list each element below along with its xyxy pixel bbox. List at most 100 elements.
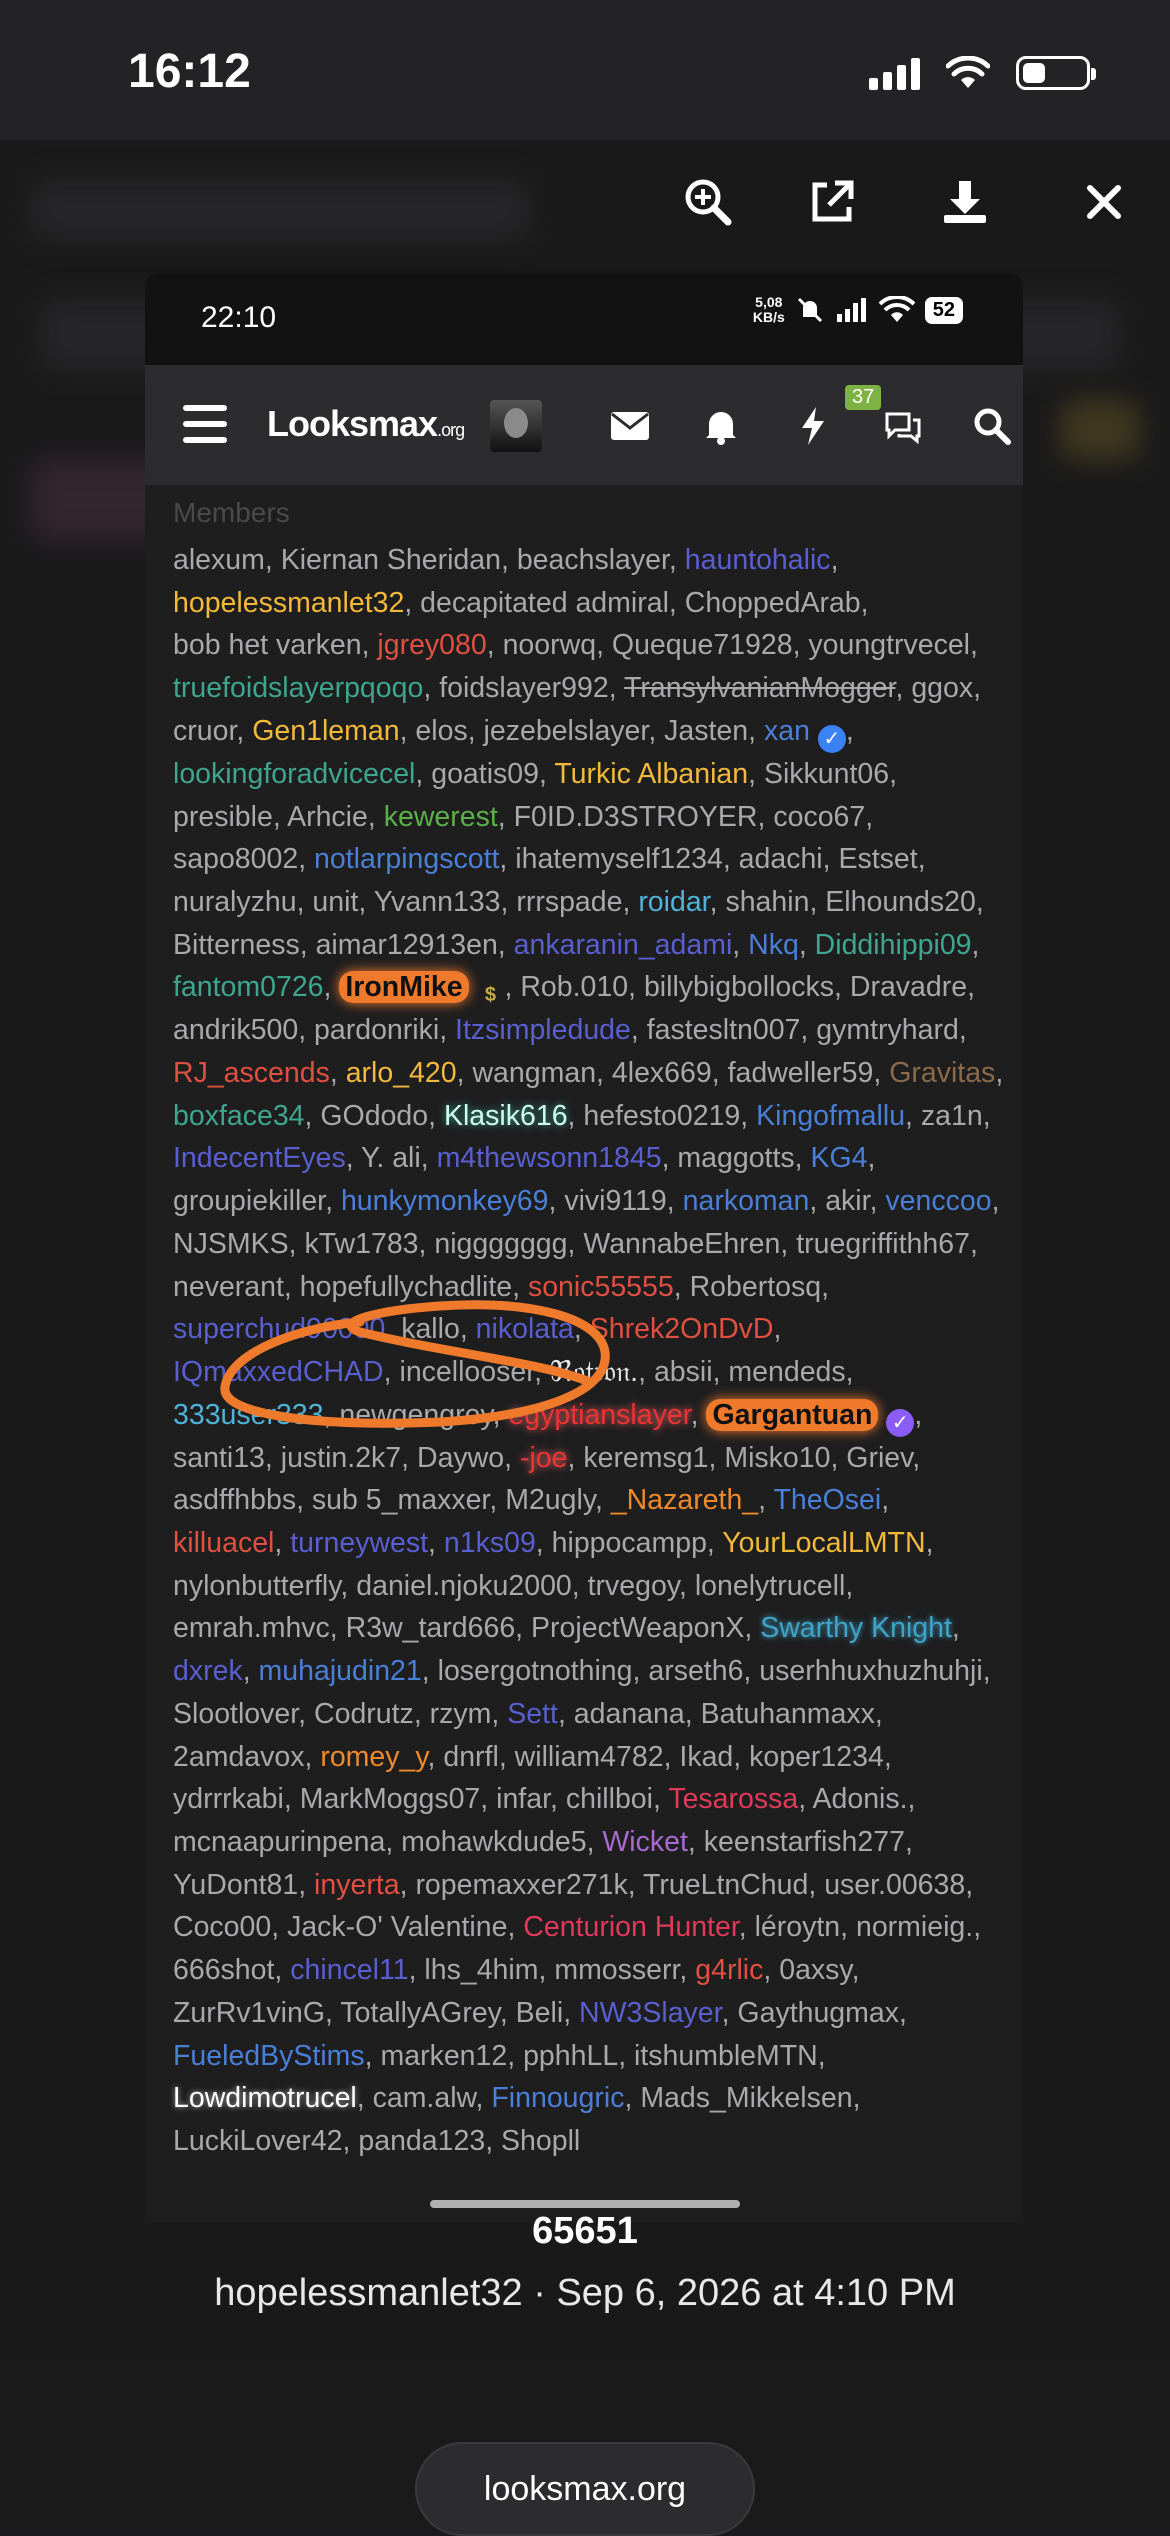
member-link[interactable]: Coco00 — [173, 1911, 271, 1943]
member-link[interactable]: dxrek — [173, 1655, 243, 1687]
member-link[interactable]: adachi — [739, 843, 823, 875]
member-link[interactable]: Codrutz — [314, 1698, 414, 1730]
member-link[interactable]: niggggggg — [434, 1228, 567, 1260]
member-link[interactable]: billybigbollocks — [644, 971, 834, 1003]
member-link[interactable]: beachslayer — [517, 544, 669, 576]
member-link[interactable]: pardonriki — [314, 1014, 439, 1046]
member-link[interactable]: 4lex669 — [612, 1057, 712, 1089]
member-link[interactable]: mmosserr — [554, 1954, 679, 1986]
member-link[interactable]: noorwq — [503, 629, 596, 661]
member-link[interactable]: daniel.njoku2000 — [356, 1570, 572, 1602]
member-link[interactable]: R3w_tard666 — [346, 1612, 516, 1644]
member-link[interactable]: Jasten — [664, 715, 748, 747]
member-link[interactable]: notlarpingscott — [314, 843, 499, 875]
member-link[interactable]: sub 5_maxxer — [312, 1484, 489, 1516]
member-link[interactable]: Itzsimpledude — [455, 1014, 631, 1046]
member-link[interactable]: foidslayer992 — [439, 672, 609, 704]
member-link[interactable]: Jack-O' Valentine — [287, 1911, 507, 1943]
member-link[interactable]: youngtrvecel — [808, 629, 970, 661]
member-link[interactable]: user.00638 — [824, 1869, 965, 1901]
member-link[interactable]: Wicket — [602, 1826, 688, 1858]
member-link[interactable]: Diddihippi09 — [815, 929, 972, 961]
member-link[interactable]: akir — [825, 1185, 869, 1217]
menu-icon[interactable] — [183, 405, 227, 445]
member-link[interactable]: hunkymonkey69 — [341, 1185, 549, 1217]
member-link[interactable]: kewerest — [384, 801, 498, 833]
member-link[interactable]: coco67 — [773, 801, 865, 833]
member-link[interactable]: cam.alw — [373, 2082, 476, 2114]
member-link[interactable]: boxface34 — [173, 1100, 305, 1132]
member-link[interactable]: romey_y — [320, 1741, 427, 1773]
member-link[interactable]: LuckiLover42 — [173, 2125, 343, 2157]
member-link[interactable]: bob het varken — [173, 629, 362, 661]
member-link[interactable]: chillboi — [566, 1783, 653, 1815]
member-link[interactable]: maggotts — [677, 1142, 794, 1174]
member-link[interactable]: marken12 — [381, 2040, 508, 2072]
member-link[interactable]: arseth6 — [648, 1655, 743, 1687]
member-link[interactable]: YourLocalLMTN — [722, 1527, 925, 1559]
member-link[interactable]: Sikkunt06 — [764, 758, 889, 790]
member-link[interactable]: trvegoy — [588, 1570, 679, 1602]
bell-icon[interactable] — [696, 401, 746, 451]
member-link[interactable]: Gen1leman — [252, 715, 399, 747]
member-link[interactable]: fastesltn007 — [647, 1014, 801, 1046]
member-link[interactable]: za1n — [921, 1100, 983, 1132]
member-link[interactable]: rrrspade — [516, 886, 622, 918]
member-link[interactable]: Estset — [838, 843, 917, 875]
member-link[interactable]: ropemaxxer271k — [415, 1869, 627, 1901]
member-link[interactable]: wangman — [472, 1057, 596, 1089]
chat-icon[interactable] — [878, 401, 928, 451]
member-link[interactable]: TransylvanianMogger — [624, 672, 895, 704]
member-link[interactable]: NW3Slayer — [579, 1997, 722, 2029]
member-link[interactable]: Yvann133 — [374, 886, 501, 918]
member-link[interactable]: pphhLL — [523, 2040, 618, 2072]
member-link[interactable]: mendeds — [728, 1356, 845, 1388]
member-link[interactable]: venccoo — [885, 1185, 991, 1217]
member-link[interactable]: ggox — [911, 672, 973, 704]
domain-pill[interactable]: looksmax.org — [415, 2442, 755, 2536]
zoom-in-icon[interactable] — [678, 172, 738, 232]
member-link[interactable]: YuDont81 — [173, 1869, 298, 1901]
member-link[interactable]: WannabeEhren — [583, 1228, 780, 1260]
member-link[interactable]: alexum — [173, 544, 265, 576]
member-link[interactable]: truefoidslayerpqoqo — [173, 672, 423, 704]
member-link[interactable]: M2ugly — [505, 1484, 595, 1516]
member-link[interactable]: Kingofmallu — [756, 1100, 905, 1132]
download-icon[interactable] — [935, 172, 995, 232]
member-link[interactable]: ProjectWeaponX — [531, 1612, 744, 1644]
member-link[interactable]: léroytn — [755, 1911, 841, 1943]
member-link[interactable]: andrik500 — [173, 1014, 298, 1046]
member-link[interactable]: absii — [654, 1356, 713, 1388]
avatar[interactable] — [490, 400, 542, 452]
mail-icon[interactable] — [605, 401, 655, 451]
member-link[interactable]: mohawkdude5 — [401, 1826, 586, 1858]
member-link[interactable]: arlo_420 — [346, 1057, 457, 1089]
member-link[interactable]: truegriffithh67 — [796, 1228, 970, 1260]
share-external-icon[interactable] — [802, 172, 862, 232]
member-link[interactable]: killuacel — [173, 1527, 274, 1559]
member-link[interactable]: aimar12913en — [316, 929, 498, 961]
member-link[interactable]: FueledByStims — [173, 2040, 365, 2072]
member-link[interactable]: 0axsy — [779, 1954, 851, 1986]
member-link[interactable]: Beli — [516, 1997, 564, 2029]
member-link[interactable]: Adonis. — [812, 1783, 907, 1815]
member-link[interactable]: kTw1783 — [304, 1228, 418, 1260]
close-icon[interactable] — [1074, 172, 1134, 232]
member-link[interactable]: Dravadre — [850, 971, 967, 1003]
member-link[interactable]: losergotnothing — [438, 1655, 633, 1687]
member-link[interactable]: Centurion Hunter — [523, 1911, 738, 1943]
member-link[interactable]: turneywest — [290, 1527, 428, 1559]
member-link[interactable]: Finnougric — [491, 2082, 624, 2114]
member-link[interactable]: ydrrrkabi — [173, 1783, 284, 1815]
member-link[interactable]: TheOsei — [773, 1484, 881, 1516]
member-link[interactable]: groupiekiller — [173, 1185, 325, 1217]
member-link[interactable]: rzym — [430, 1698, 492, 1730]
member-link[interactable]: asdffhbbs — [173, 1484, 296, 1516]
member-link[interactable]: shahin — [725, 886, 809, 918]
member-link[interactable]: Daywo — [417, 1442, 504, 1474]
member-link[interactable]: elos — [415, 715, 467, 747]
member-link[interactable]: Rob.010 — [520, 971, 628, 1003]
member-link[interactable]: gymtryhard — [816, 1014, 959, 1046]
member-link[interactable]: _Nazareth_ — [611, 1484, 758, 1516]
member-link[interactable]: ZurRv1vinG — [173, 1997, 325, 2029]
